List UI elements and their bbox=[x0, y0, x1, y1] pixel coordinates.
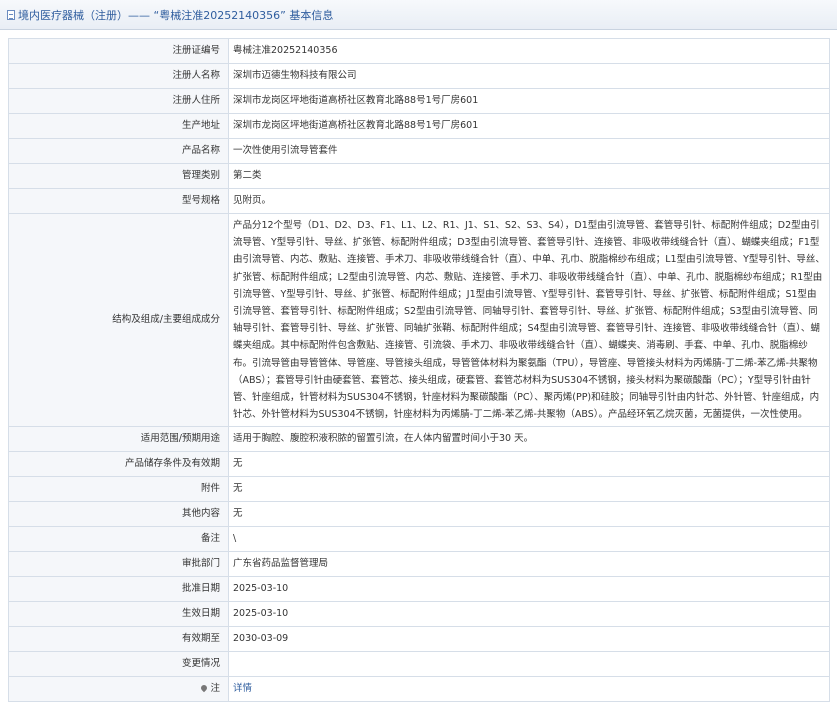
field-value: 深圳市迈德生物科技有限公司 bbox=[228, 63, 830, 89]
field-value: 深圳市龙岗区坪地街道高桥社区教育北路88号1号厂房601 bbox=[228, 113, 830, 139]
table-row: 型号规格 见附页。 bbox=[8, 188, 830, 214]
field-value: 无 bbox=[228, 501, 830, 528]
field-label: 变更情况 bbox=[8, 651, 229, 678]
table-row: 有效期至 2030-03-09 bbox=[8, 626, 830, 653]
note-label-cell: 注 bbox=[8, 676, 229, 702]
table-row: 注册人名称 深圳市迈德生物科技有限公司 bbox=[8, 63, 830, 89]
table-row: 产品储存条件及有效期 无 bbox=[8, 451, 830, 478]
field-value: 第二类 bbox=[228, 163, 830, 189]
field-value: 产品分12个型号（D1、D2、D3、F1、L1、L2、R1、J1、S1、S2、S… bbox=[228, 212, 830, 428]
table-row: 生产地址 深圳市龙岗区坪地街道高桥社区教育北路88号1号厂房601 bbox=[8, 113, 830, 139]
field-label: 生产地址 bbox=[8, 113, 229, 139]
details-link[interactable]: 详情 bbox=[233, 683, 252, 694]
field-value: 2030-03-09 bbox=[228, 626, 830, 653]
table-row: 注册人住所 深圳市龙岗区坪地街道高桥社区教育北路88号1号厂房601 bbox=[8, 88, 830, 114]
table-row: 备注 \ bbox=[8, 526, 830, 553]
detail-table: 注册证编号 粤械注准20252140356 注册人名称 深圳市迈德生物科技有限公… bbox=[8, 38, 830, 702]
field-label: 产品名称 bbox=[8, 138, 229, 164]
field-value: 广东省药品监督管理局 bbox=[228, 551, 830, 578]
page-title: 境内医疗器械（注册）—— “粤械注准20252140356” 基本信息 bbox=[18, 8, 334, 22]
field-value: 适用于胸腔、腹腔积液积脓的留置引流，在人体内留置时间小于30 天。 bbox=[228, 426, 830, 453]
table-row: 结构及组成/主要组成成分 产品分12个型号（D1、D2、D3、F1、L1、L2、… bbox=[8, 212, 830, 428]
field-label: 产品储存条件及有效期 bbox=[8, 451, 229, 478]
detail-section: 注册证编号 粤械注准20252140356 注册人名称 深圳市迈德生物科技有限公… bbox=[0, 30, 837, 702]
table-row: 适用范围/预期用途 适用于胸腔、腹腔积液积脓的留置引流，在人体内留置时间小于30… bbox=[8, 426, 830, 453]
field-value: 一次性使用引流导管套件 bbox=[228, 138, 830, 164]
field-label: 有效期至 bbox=[8, 626, 229, 653]
field-value: 深圳市龙岗区坪地街道高桥社区教育北路88号1号厂房601 bbox=[228, 88, 830, 114]
table-row: 附件 无 bbox=[8, 476, 830, 503]
table-row: 生效日期 2025-03-10 bbox=[8, 601, 830, 628]
field-value: \ bbox=[228, 526, 830, 553]
field-label: 审批部门 bbox=[8, 551, 229, 578]
field-label: 结构及组成/主要组成成分 bbox=[8, 212, 229, 428]
note-row: 注 详情 bbox=[8, 676, 830, 702]
field-value: 2025-03-10 bbox=[228, 576, 830, 603]
table-row: 审批部门 广东省药品监督管理局 bbox=[8, 551, 830, 578]
field-label: 注册证编号 bbox=[8, 38, 229, 64]
field-label: 适用范围/预期用途 bbox=[8, 426, 229, 453]
field-value: 2025-03-10 bbox=[228, 601, 830, 628]
note-label: 注 bbox=[210, 683, 220, 695]
table-row: 管理类别 第二类 bbox=[8, 163, 830, 189]
table-row: 批准日期 2025-03-10 bbox=[8, 576, 830, 603]
field-value bbox=[228, 651, 830, 678]
table-row: 变更情况 bbox=[8, 651, 830, 678]
field-label: 批准日期 bbox=[8, 576, 229, 603]
field-value: 无 bbox=[228, 451, 830, 478]
page-header: 境内医疗器械（注册）—— “粤械注准20252140356” 基本信息 bbox=[0, 0, 837, 30]
field-label: 注册人名称 bbox=[8, 63, 229, 89]
field-label: 管理类别 bbox=[8, 163, 229, 189]
field-label: 生效日期 bbox=[8, 601, 229, 628]
table-row: 产品名称 一次性使用引流导管套件 bbox=[8, 138, 830, 164]
note-value-cell: 详情 bbox=[228, 676, 830, 702]
document-icon bbox=[7, 9, 15, 20]
field-label: 附件 bbox=[8, 476, 229, 503]
table-row: 其他内容 无 bbox=[8, 501, 830, 528]
pin-icon bbox=[200, 684, 209, 693]
field-label: 型号规格 bbox=[8, 188, 229, 214]
field-label: 备注 bbox=[8, 526, 229, 553]
field-label: 其他内容 bbox=[8, 501, 229, 528]
field-value: 见附页。 bbox=[228, 188, 830, 214]
field-label: 注册人住所 bbox=[8, 88, 229, 114]
table-row: 注册证编号 粤械注准20252140356 bbox=[8, 38, 830, 64]
field-value: 粤械注准20252140356 bbox=[228, 38, 830, 64]
field-value: 无 bbox=[228, 476, 830, 503]
